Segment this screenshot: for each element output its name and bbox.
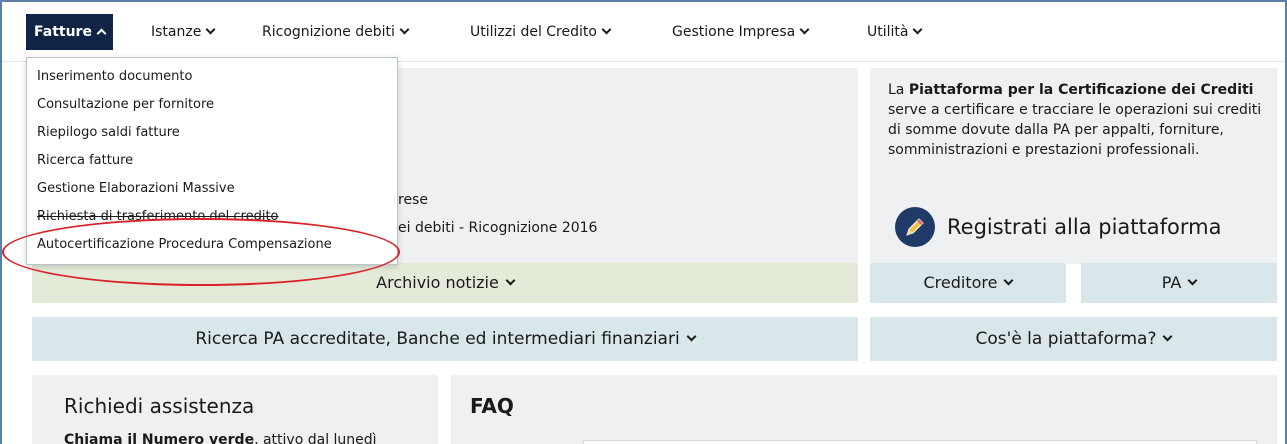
chevron-down-icon (913, 24, 923, 35)
nav-item-label: Utilità (867, 24, 909, 40)
info-body: serve a certificare e tracciare le opera… (888, 102, 1262, 158)
menu-item-inserimento-documento[interactable]: Inserimento documento (37, 64, 192, 90)
nav-item-gestione-impresa[interactable]: Gestione Impresa (664, 14, 816, 50)
nav-item-utilizzi-del-credito[interactable]: Utilizzi del Credito (462, 14, 618, 50)
menu-item-ricerca-fatture[interactable]: Ricerca fatture (37, 148, 133, 174)
nav-item-label: Gestione Impresa (672, 24, 796, 40)
news-partial-link[interactable]: ei debiti - Ricognizione 2016 (398, 220, 597, 236)
menu-item-consultazione-fornitore[interactable]: Consultazione per fornitore (37, 92, 214, 118)
assistance-title: Richiedi assistenza (64, 394, 255, 418)
creditore-label: Creditore (923, 273, 998, 292)
chevron-down-icon (1004, 275, 1014, 286)
about-platform-toggle[interactable]: Cos'è la piattaforma? (870, 317, 1277, 361)
menu-item-elaborazioni-massive[interactable]: Gestione Elaborazioni Massive (37, 176, 235, 202)
top-navigation: Fatture Istanze Ricognizione debiti Util… (2, 2, 1285, 62)
info-prefix: La (888, 82, 909, 98)
pa-label: PA (1161, 273, 1182, 292)
nav-item-label: Ricognizione debiti (262, 24, 395, 40)
faq-content-box (583, 440, 1257, 444)
menu-item-autocertificazione-compensazione[interactable]: Autocertificazione Procedura Compensazio… (37, 232, 332, 258)
menu-item-riepilogo-saldi[interactable]: Riepilogo saldi fatture (37, 120, 180, 146)
nav-item-istanze[interactable]: Istanze (143, 14, 222, 50)
chevron-down-icon (505, 275, 516, 286)
search-pa-toggle[interactable]: Ricerca PA accreditate, Banche ed interm… (32, 317, 858, 361)
register-link[interactable]: Registrati alla piattaforma (895, 205, 1221, 249)
chevron-down-icon (205, 24, 216, 35)
about-platform-label: Cos'è la piattaforma? (975, 329, 1157, 349)
info-bold-title: Piattaforma per la Certificazione dei Cr… (908, 82, 1254, 98)
archive-news-toggle[interactable]: Archivio notizie (32, 263, 858, 303)
faq-card (451, 375, 1277, 444)
archive-news-label: Archivio notizie (376, 273, 499, 292)
pa-toggle[interactable]: PA (1081, 263, 1277, 303)
chevron-down-icon (1187, 275, 1198, 286)
info-description: La Piattaforma per la Certificazione dei… (888, 80, 1268, 160)
nav-item-label: Fatture (34, 24, 92, 40)
chevron-down-icon (399, 24, 410, 35)
assistance-rest: , attivo dal lunedì (254, 432, 377, 444)
faq-title: FAQ (470, 394, 514, 418)
chevron-down-icon (799, 24, 810, 35)
nav-item-ricognizione-debiti[interactable]: Ricognizione debiti (254, 14, 416, 50)
nav-item-fatture[interactable]: Fatture (26, 14, 113, 50)
chevron-down-icon (1163, 331, 1173, 342)
pencil-icon (895, 207, 935, 247)
assistance-text: Chiama il Numero verde, attivo dal luned… (64, 432, 377, 444)
creditore-toggle[interactable]: Creditore (870, 263, 1066, 303)
nav-item-label: Istanze (151, 24, 202, 40)
chevron-up-icon (96, 28, 107, 39)
chevron-down-icon (686, 331, 697, 342)
menu-item-trasferimento-credito[interactable]: Richiesta di trasferimento del credito (37, 204, 279, 230)
nav-item-utilita[interactable]: Utilità (859, 14, 929, 50)
assistance-bold: Chiama il Numero verde (64, 432, 255, 444)
search-pa-label: Ricerca PA accreditate, Banche ed interm… (195, 329, 680, 349)
news-partial-line: rese (398, 192, 428, 208)
fatture-dropdown-menu: Inserimento documento Consultazione per … (26, 57, 398, 265)
chevron-down-icon (601, 24, 612, 35)
register-label: Registrati alla piattaforma (947, 215, 1222, 239)
nav-item-label: Utilizzi del Credito (470, 24, 597, 40)
